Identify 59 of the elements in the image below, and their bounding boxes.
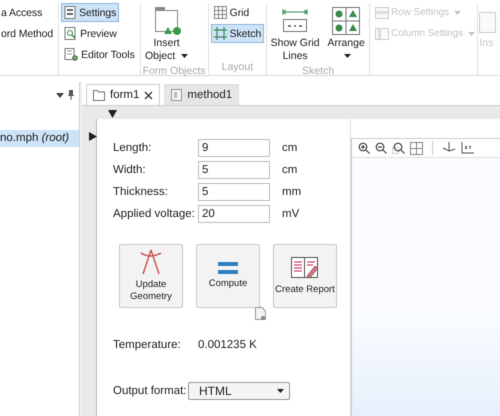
- method-icon: [171, 89, 182, 101]
- ribbon-button[interactable]: Sketch: [210, 24, 264, 43]
- editor-tab[interactable]: method1: [164, 84, 240, 105]
- caret-icon: [277, 389, 284, 393]
- unit-label: mV: [282, 208, 300, 220]
- ribbon-button[interactable]: a Access: [0, 3, 46, 22]
- input-field[interactable]: 9: [198, 139, 270, 157]
- row-settings-icon: [375, 6, 390, 18]
- form-button[interactable]: Update Geometry: [119, 244, 183, 308]
- compass-icon: [138, 249, 164, 275]
- group-label: Form Objects: [142, 65, 206, 77]
- settings-icon: [64, 6, 76, 19]
- zoom-box-icon[interactable]: [392, 142, 405, 154]
- field-label: Width:: [113, 164, 147, 176]
- ribbon-button[interactable]: Grid: [210, 3, 252, 22]
- axis-icon[interactable]: [442, 142, 456, 154]
- form-button[interactable]: Compute: [196, 244, 260, 308]
- equals-icon: [218, 262, 238, 274]
- ribbon-button[interactable]: Insert Object: [142, 3, 191, 65]
- dropdown-icon[interactable]: [56, 92, 64, 98]
- zoom-out-icon[interactable]: [375, 142, 387, 154]
- ribbon-button[interactable]: Settings: [61, 3, 120, 22]
- format-dropdown[interactable]: HTML: [188, 382, 290, 400]
- field-label: Applied voltage:: [113, 208, 196, 220]
- zoom-in-icon[interactable]: [358, 142, 370, 154]
- zoom-extents-icon[interactable]: [410, 142, 423, 154]
- result-value: 0.001235 K: [198, 339, 257, 351]
- ribbon-button[interactable]: ord Method: [0, 24, 56, 43]
- ribbon-button[interactable]: Preview: [61, 24, 120, 43]
- column-settings-icon: [375, 28, 390, 40]
- close-icon[interactable]: [144, 90, 154, 100]
- field-label: Thickness:: [113, 186, 169, 198]
- field-label: Output format:: [113, 385, 188, 397]
- arrange-icon: [332, 7, 360, 35]
- group-label: Sketch: [302, 65, 334, 77]
- grid-icon: [214, 6, 227, 19]
- preview-icon: [64, 27, 78, 40]
- ribbon-button[interactable]: Arrange: [325, 3, 368, 65]
- document-icon: [255, 307, 267, 320]
- unit-label: cm: [282, 164, 298, 176]
- tree-item[interactable]: no.mph (root): [0, 130, 79, 147]
- sketch-icon: [214, 27, 227, 40]
- form-button[interactable]: Create Report: [273, 244, 337, 308]
- unit-label: cm: [282, 142, 298, 154]
- result-label: Temperature:: [113, 339, 182, 351]
- unit-label: mm: [282, 186, 302, 198]
- ribbon-button[interactable]: Show Grid Lines: [269, 3, 322, 65]
- ribbon-button[interactable]: Editor Tools: [61, 45, 138, 64]
- field-label: Length:: [113, 142, 152, 154]
- xy-view-icon[interactable]: [461, 142, 475, 154]
- input-field[interactable]: 5: [198, 183, 270, 201]
- input-field[interactable]: 20: [198, 205, 270, 223]
- editor-tools-icon: [64, 48, 78, 61]
- form-icon: [93, 90, 105, 100]
- input-field[interactable]: 5: [198, 161, 270, 179]
- report-icon: [291, 256, 319, 280]
- group-label: Layout: [222, 61, 254, 73]
- pin-icon[interactable]: [68, 90, 74, 100]
- editor-tab[interactable]: form1: [86, 84, 160, 105]
